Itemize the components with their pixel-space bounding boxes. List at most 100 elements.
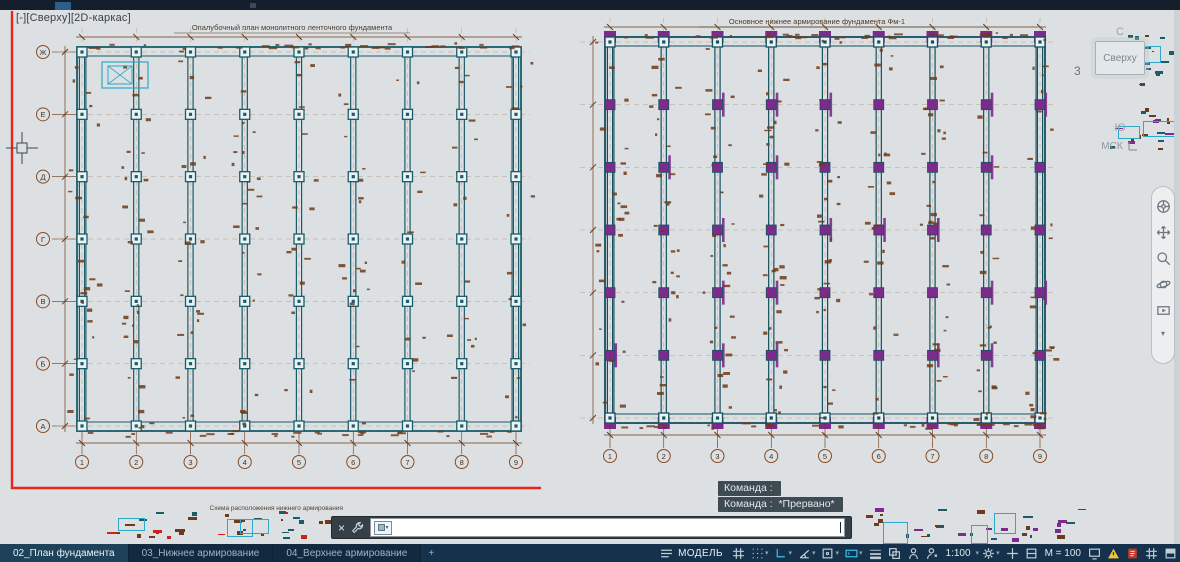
svg-text:7: 7 <box>405 458 409 467</box>
drawing-mark <box>278 511 287 514</box>
axis-bubble-stray-label: 3 <box>1074 64 1081 78</box>
svg-text:1: 1 <box>80 458 84 467</box>
svg-text:3: 3 <box>188 458 192 467</box>
drawing-tab-verhnee-armirovanie[interactable]: 04_Верхнее армирование <box>273 544 422 562</box>
drawing-mark <box>1011 538 1020 542</box>
svg-text:Б: Б <box>41 359 46 368</box>
svg-text:А: А <box>40 422 45 431</box>
drawing-mark <box>874 523 879 527</box>
viewcube-face[interactable]: Сверху <box>1095 41 1145 75</box>
drawing-mark <box>167 536 172 540</box>
drawing-reinforcement-plan[interactable]: 1 2 3 4 5 6 7 8 9 Основное нижнее армирование фун… <box>550 12 1068 470</box>
drawing-mark <box>282 531 290 534</box>
drawing-mark <box>927 533 931 538</box>
svg-text:Е: Е <box>40 110 45 119</box>
drawing-mark <box>224 514 229 517</box>
svg-text:Опалубочный план монолитного л: Опалубочный план монолитного ленточного … <box>192 23 393 32</box>
ucs-indicator[interactable]: МСК <box>1090 140 1150 152</box>
svg-text:5: 5 <box>297 458 301 467</box>
steering-wheel-icon[interactable] <box>1156 199 1171 214</box>
command-text-field[interactable] <box>392 520 836 535</box>
drawing-mark <box>1149 114 1156 117</box>
svg-text:3: 3 <box>715 452 719 461</box>
drawing-mark <box>1157 148 1163 151</box>
drawing-mark <box>288 529 294 531</box>
drawing-tab-plan-fundamenta[interactable]: 02_План фундамента <box>0 544 129 562</box>
drawing-mark <box>153 529 162 533</box>
command-combo-icon[interactable]: ▾ <box>374 520 393 535</box>
ortho-mode-toggle[interactable]: ▾ <box>771 544 795 562</box>
navbar-more-icon[interactable]: ▾ <box>1161 329 1165 338</box>
drawing-mark <box>179 532 184 536</box>
drawing-mark <box>1078 508 1087 511</box>
clean-screen-toggle[interactable] <box>1003 544 1022 562</box>
notification-icon[interactable] <box>1123 544 1142 562</box>
command-line-bar: × ▾ <box>331 516 852 539</box>
svg-text:9: 9 <box>1038 452 1042 461</box>
drawing-formwork-plan[interactable]: 1 2 3 4 5 6 7 8 9 Ж Е Д Г В Б А Опалубочный план монолит… <box>28 18 540 476</box>
units-icon[interactable] <box>1022 544 1041 562</box>
show-motion-icon[interactable] <box>1156 303 1171 318</box>
svg-text:2: 2 <box>134 458 138 467</box>
svg-text:9: 9 <box>514 458 518 467</box>
ucs-axis-icon <box>1128 142 1137 151</box>
svg-text:6: 6 <box>351 458 355 467</box>
lineweight-toggle[interactable] <box>866 544 885 562</box>
drawing-mark <box>990 537 998 540</box>
drawing-fragment-bottom-left[interactable]: Схема расположения нижнего армирования <box>95 505 345 545</box>
dynamic-input-toggle[interactable]: ▾ <box>842 544 866 562</box>
wrench-icon[interactable] <box>351 521 364 534</box>
autoscale-toggle[interactable] <box>923 544 942 562</box>
chevron-down-icon[interactable]: ▾ <box>788 549 792 557</box>
chevron-down-icon[interactable]: ▾ <box>996 549 1000 557</box>
selection-cycling-toggle[interactable] <box>885 544 904 562</box>
text-caret <box>840 522 841 533</box>
drawing-mark <box>958 533 967 537</box>
grid-display-toggle[interactable] <box>729 544 748 562</box>
annotation-visibility-toggle[interactable] <box>904 544 923 562</box>
chevron-down-icon[interactable]: ▾ <box>812 549 816 557</box>
drawing-mark <box>913 529 924 532</box>
drawing-mark <box>280 518 284 521</box>
viewcube-south-label[interactable]: Ю <box>1088 122 1152 134</box>
drawing-mark <box>1154 70 1163 75</box>
drawing-mark <box>300 534 308 539</box>
drawing-tab-nizhnee-armirovanie[interactable]: 03_Нижнее армирование <box>128 544 274 562</box>
viewport-controls[interactable]: [-][Сверху][2D-каркас] <box>16 12 131 24</box>
warning-icon[interactable] <box>1104 544 1123 562</box>
object-snap-toggle[interactable]: ▾ <box>818 544 842 562</box>
zoom-icon[interactable] <box>1156 251 1171 266</box>
annotation-scale-button[interactable]: 1:100 <box>946 548 971 559</box>
svg-text:4: 4 <box>243 458 247 467</box>
drawing-fragment-bottom-right[interactable] <box>858 502 1108 545</box>
corner-panel-icon[interactable] <box>1161 544 1180 562</box>
pan-icon[interactable] <box>1156 225 1171 240</box>
quickview-layouts-icon[interactable] <box>657 544 676 562</box>
model-space-button[interactable]: МОДЕЛЬ <box>678 548 723 559</box>
viewcube-north-label[interactable]: С <box>1088 26 1152 38</box>
snap-mode-toggle[interactable]: ▾ <box>748 544 772 562</box>
close-icon[interactable]: × <box>338 522 345 534</box>
command-history-line: Команда : *Прервано* <box>718 497 843 512</box>
chevron-down-icon[interactable]: ▾ <box>859 549 863 557</box>
viewcube[interactable]: С Сверху <box>1088 26 1152 78</box>
command-history-line: Команда : <box>718 481 781 496</box>
svg-text:8: 8 <box>984 452 988 461</box>
svg-text:4: 4 <box>769 452 773 461</box>
chevron-down-icon[interactable]: ▾ <box>835 549 839 557</box>
drawing-mark <box>1056 535 1065 540</box>
drawing-mark <box>1160 37 1166 40</box>
orbit-icon[interactable] <box>1155 277 1171 292</box>
drawing-mark <box>1158 140 1164 142</box>
drawing-mark <box>1141 111 1146 114</box>
ribbon-tab-stub[interactable] <box>55 2 71 10</box>
settings-gear-icon[interactable]: ▾ <box>979 544 1003 562</box>
drawing-mark <box>191 512 198 517</box>
drawing-mark <box>1054 529 1062 534</box>
polar-tracking-toggle[interactable]: ▾ <box>795 544 819 562</box>
new-tab-button[interactable]: + <box>421 544 441 562</box>
graphics-performance-icon[interactable] <box>1085 544 1104 562</box>
command-input[interactable]: ▾ <box>370 518 845 537</box>
chevron-down-icon[interactable]: ▾ <box>765 549 769 557</box>
layout-preview-icon[interactable] <box>1142 544 1161 562</box>
